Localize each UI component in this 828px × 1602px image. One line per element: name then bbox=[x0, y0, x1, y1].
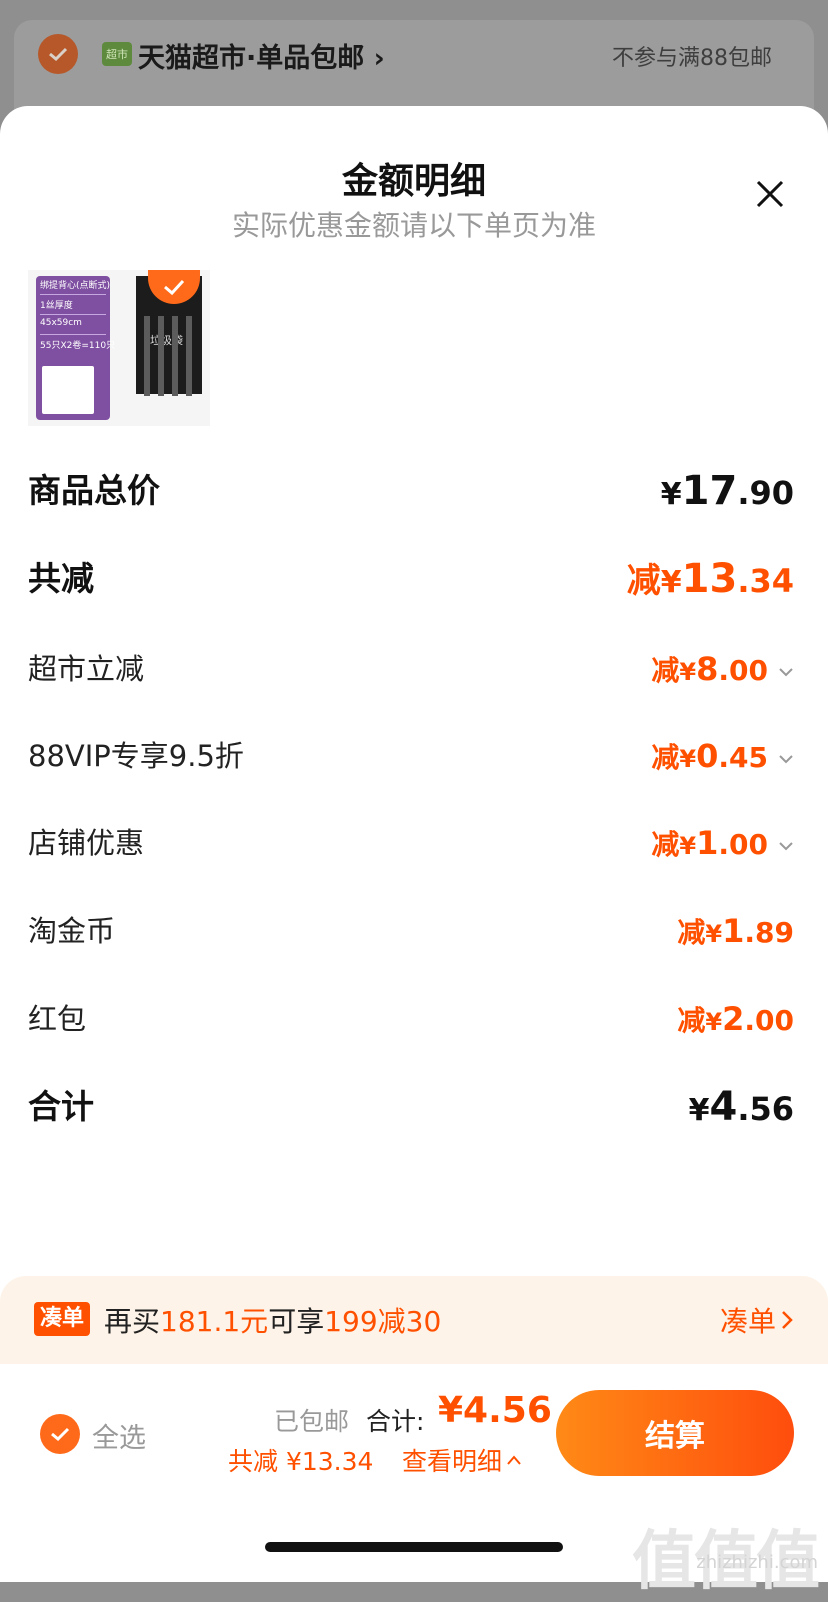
row-label: 店铺优惠 bbox=[28, 826, 145, 860]
row-taojinbi: 淘金币 减 ¥ 1 .89 bbox=[28, 906, 794, 956]
total-label: 合计: bbox=[366, 1407, 425, 1436]
divider bbox=[40, 294, 106, 295]
currency: ¥ bbox=[705, 1008, 723, 1036]
discount-prefix: 减 bbox=[651, 654, 680, 687]
amount-dec: .34 bbox=[737, 562, 794, 600]
row-label: 超市立减 bbox=[28, 652, 145, 686]
product-thumbnail: 绑提背心(点断式) 1丝厚度 45x59cm 55只X2卷=110只 垃圾袋 bbox=[28, 270, 210, 426]
total-value: ¥4.56 bbox=[438, 1390, 552, 1431]
amount-int: 8 bbox=[696, 650, 719, 688]
amount-dec: .90 bbox=[737, 474, 794, 512]
package-stripe bbox=[158, 316, 164, 396]
row-label: 合计 bbox=[28, 1087, 94, 1126]
select-all-label[interactable]: 全选 bbox=[92, 1416, 146, 1455]
row-amount: 减 ¥ 1 .00 bbox=[651, 818, 794, 871]
view-detail-link[interactable]: 查看明细 bbox=[402, 1442, 522, 1478]
spec-line: 1丝厚度 bbox=[40, 301, 73, 311]
package-label: 垃圾袋 bbox=[150, 334, 183, 347]
amount-dec: .89 bbox=[744, 916, 794, 949]
row-amount: 减 ¥ 2 .00 bbox=[677, 994, 794, 1047]
row-amount: 减 ¥ 8 .00 bbox=[651, 644, 794, 697]
package-stripe bbox=[186, 316, 192, 396]
store-name[interactable]: 天猫超市·单品包邮 › bbox=[138, 36, 385, 75]
row-label: 共减 bbox=[28, 559, 94, 598]
shipping-status: 已包邮 bbox=[274, 1407, 350, 1436]
row-amount: ¥ 17 .90 bbox=[661, 466, 794, 520]
row-amount: 减 ¥ 0 .45 bbox=[651, 731, 794, 784]
discount-prefix: 减 bbox=[651, 828, 680, 861]
amount-int: 4 bbox=[709, 1084, 738, 1130]
row-label: 红包 bbox=[28, 1002, 87, 1036]
package-stripe bbox=[144, 316, 150, 396]
amount-dec: .45 bbox=[718, 741, 768, 774]
row-shop-discount[interactable]: 店铺优惠 减 ¥ 1 .00 bbox=[28, 818, 794, 868]
amount-int: 13 bbox=[681, 556, 738, 602]
row-label: 淘金币 bbox=[28, 914, 116, 948]
amount-int: 2 bbox=[722, 1000, 745, 1038]
spec-line: 绑提背心(点断式) bbox=[40, 281, 111, 291]
discount-prefix: 减 bbox=[651, 741, 680, 774]
currency: ¥ bbox=[679, 658, 697, 686]
divider bbox=[40, 314, 106, 315]
bin-illustration bbox=[42, 366, 94, 414]
package-stripe bbox=[172, 316, 178, 396]
currency: ¥ bbox=[660, 477, 682, 512]
add-on-promo-bar[interactable]: 凑单 再买181.1元可享199减30 凑单 bbox=[0, 1276, 828, 1364]
close-icon[interactable] bbox=[748, 172, 792, 216]
row-goods-total: 商品总价 ¥ 17 .90 bbox=[28, 466, 794, 516]
amount-detail-sheet: 金额明细 实际优惠金额请以下单页为准 绑提背心(点断式) 1丝厚度 45x59c… bbox=[0, 106, 828, 1599]
row-grand-total: 合计 ¥ 4 .56 bbox=[28, 1082, 794, 1132]
row-amount: 减 ¥ 1 .89 bbox=[677, 906, 794, 959]
check-icon bbox=[51, 1427, 70, 1442]
chevron-down-icon[interactable] bbox=[778, 838, 794, 854]
discount-prefix: 减 bbox=[677, 916, 706, 949]
discount-prefix: 减 bbox=[677, 1004, 706, 1037]
watermark-site: zhizhizhi.com bbox=[696, 1552, 818, 1573]
sheet-title: 金额明细 bbox=[341, 161, 486, 202]
chevron-right-icon bbox=[782, 1311, 793, 1329]
row-amount: ¥ 4 .56 bbox=[689, 1082, 794, 1136]
home-indicator[interactable] bbox=[265, 1542, 563, 1552]
promo-text: 再买181.1元可享199减30 bbox=[104, 1305, 442, 1338]
row-label: 88VIP专享9.5折 bbox=[28, 739, 244, 773]
amount-dec: .00 bbox=[718, 654, 768, 687]
chevron-down-icon[interactable] bbox=[778, 751, 794, 767]
row-amount: 减 ¥ 13 .34 bbox=[627, 554, 794, 608]
row-vip-discount[interactable]: 88VIP专享9.5折 减 ¥ 0 .45 bbox=[28, 731, 794, 781]
row-market-discount[interactable]: 超市立减 减 ¥ 8 .00 bbox=[28, 644, 794, 694]
amount-dec: .00 bbox=[718, 828, 768, 861]
amount-int: 17 bbox=[681, 468, 738, 514]
store-check-icon[interactable] bbox=[38, 34, 78, 74]
discount-prefix: 减 bbox=[626, 561, 661, 601]
store-shipping-note: 不参与满88包邮 bbox=[612, 46, 772, 71]
amount-int: 0 bbox=[696, 737, 719, 775]
promo-tag: 凑单 bbox=[34, 1302, 91, 1336]
sheet-subtitle: 实际优惠金额请以下单页为准 bbox=[231, 209, 596, 242]
currency: ¥ bbox=[705, 920, 723, 948]
row-label: 商品总价 bbox=[28, 471, 160, 510]
add-on-link[interactable]: 凑单 bbox=[720, 1300, 794, 1340]
saved-amount: 共减 ¥13.34 bbox=[228, 1447, 374, 1476]
select-all-checkbox[interactable] bbox=[40, 1414, 80, 1454]
checkout-button[interactable]: 结算 bbox=[556, 1390, 794, 1476]
chevron-up-icon bbox=[507, 1455, 521, 1465]
amount-dec: .56 bbox=[737, 1090, 794, 1128]
currency: ¥ bbox=[688, 1093, 710, 1128]
amount-int: 1 bbox=[722, 912, 745, 950]
row-total-discount: 共减 减 ¥ 13 .34 bbox=[28, 554, 794, 604]
tmall-market-logo: 超市 bbox=[102, 42, 132, 66]
row-red-packet: 红包 减 ¥ 2 .00 bbox=[28, 994, 794, 1044]
spec-line: 55只X2卷=110只 bbox=[40, 341, 116, 351]
spec-line: 45x59cm bbox=[40, 318, 82, 328]
divider bbox=[40, 334, 106, 335]
currency: ¥ bbox=[660, 565, 682, 600]
chevron-down-icon[interactable] bbox=[778, 664, 794, 680]
currency: ¥ bbox=[679, 832, 697, 860]
currency: ¥ bbox=[679, 745, 697, 773]
amount-dec: .00 bbox=[744, 1004, 794, 1037]
amount-int: 1 bbox=[696, 824, 719, 862]
